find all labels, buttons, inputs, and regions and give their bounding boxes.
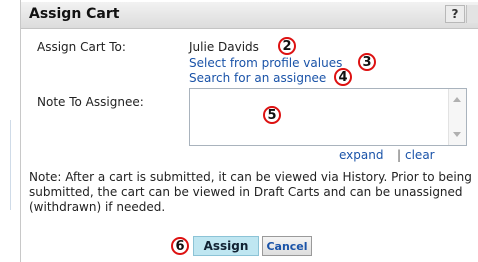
background-page-edge xyxy=(0,0,20,262)
textarea-scrollbar[interactable] xyxy=(448,89,466,145)
search-assignee-link[interactable]: Search for an assignee xyxy=(189,71,326,85)
assign-cart-dialog: Assign Cart ? Assign Cart To: Julie Davi… xyxy=(20,0,478,262)
note-to-assignee-label: Note To Assignee: xyxy=(37,95,144,109)
callout-3: 3 xyxy=(358,53,376,71)
help-button[interactable]: ? xyxy=(445,5,465,23)
help-icon: ? xyxy=(451,7,459,21)
assign-button[interactable]: Assign xyxy=(193,236,259,256)
callout-6: 6 xyxy=(171,237,189,255)
select-from-profile-link[interactable]: Select from profile values xyxy=(189,56,342,70)
clear-link[interactable]: clear xyxy=(405,148,435,162)
scroll-up-icon[interactable] xyxy=(453,97,461,102)
dialog-titlebar: Assign Cart ? xyxy=(21,2,478,29)
note-textarea[interactable] xyxy=(189,88,467,146)
cancel-button[interactable]: Cancel xyxy=(262,236,312,256)
scroll-down-icon[interactable] xyxy=(453,132,461,137)
background-divider xyxy=(10,120,11,210)
assignee-name: Julie Davids xyxy=(189,40,259,54)
callout-5: 5 xyxy=(263,106,281,124)
dialog-title: Assign Cart xyxy=(29,6,120,22)
callout-4: 4 xyxy=(334,68,352,86)
assign-cart-to-label: Assign Cart To: xyxy=(37,40,126,54)
link-separator: | xyxy=(397,148,402,162)
callout-2: 2 xyxy=(278,37,296,55)
submission-note-text: Note: After a cart is submitted, it can … xyxy=(29,170,472,214)
close-button[interactable] xyxy=(466,5,478,23)
expand-link[interactable]: expand xyxy=(339,148,383,162)
